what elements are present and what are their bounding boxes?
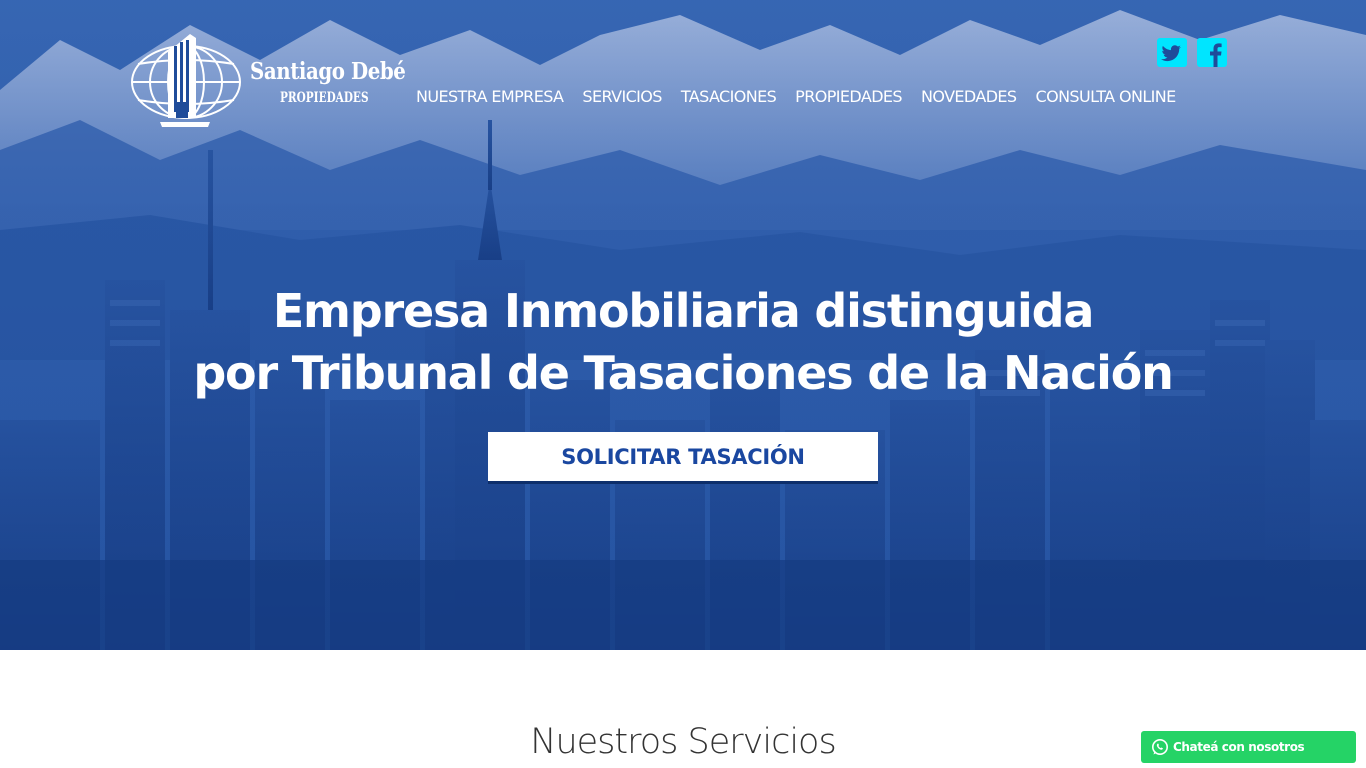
brand-subtitle: PROPIEDADES <box>280 90 369 106</box>
facebook-icon[interactable] <box>1197 38 1227 67</box>
brand-name: Santiago Debé <box>250 58 406 85</box>
whatsapp-icon <box>1152 739 1168 755</box>
nav-item-novedades[interactable]: NOVEDADES <box>921 86 1017 108</box>
nav-item-tasaciones[interactable]: TASACIONES <box>681 86 777 108</box>
nav-item-servicios[interactable]: SERVICIOS <box>582 86 662 108</box>
social-links <box>1157 38 1227 67</box>
globe-building-logo-icon <box>131 34 241 127</box>
hero-headline-line-1: Empresa Inmobiliaria distinguida <box>272 284 1095 338</box>
twitter-icon[interactable] <box>1157 38 1187 67</box>
hero-headline: Empresa Inmobiliaria distinguida por Tri… <box>0 280 1366 404</box>
main-navigation: NUESTRA EMPRESA SERVICIOS TASACIONES PRO… <box>416 86 1176 108</box>
nav-item-nuestra-empresa[interactable]: NUESTRA EMPRESA <box>416 86 564 108</box>
hero-section: Santiago Debé PROPIEDADES NUESTRA EMPRES… <box>0 0 1366 650</box>
whatsapp-chat-label: Chateá con nosotros <box>1173 740 1305 754</box>
whatsapp-chat-button[interactable]: Chateá con nosotros <box>1141 731 1356 763</box>
nav-item-propiedades[interactable]: PROPIEDADES <box>795 86 902 108</box>
hero-headline-line-2: por Tribunal de Tasaciones de la Nación <box>193 346 1174 400</box>
nav-item-consulta-online[interactable]: CONSULTA ONLINE <box>1036 86 1177 108</box>
site-logo[interactable]: Santiago Debé PROPIEDADES <box>130 32 406 128</box>
solicitar-tasacion-button[interactable]: SOLICITAR TASACIÓN <box>488 432 878 484</box>
